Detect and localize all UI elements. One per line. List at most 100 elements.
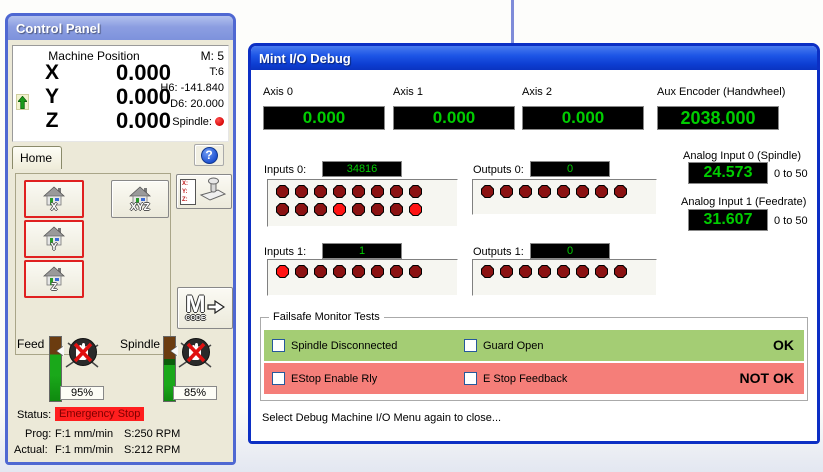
help-button[interactable]: ? — [194, 144, 224, 166]
inputs0-value: 34816 — [322, 161, 402, 177]
control-panel-titlebar[interactable]: Control Panel — [8, 16, 233, 40]
inputs1-value: 1 — [322, 243, 402, 259]
failsafe-monitor-group: Failsafe Monitor Tests Spindle Disconnec… — [260, 311, 808, 401]
led-indicator — [295, 203, 308, 216]
home-y-button[interactable]: Y — [24, 220, 84, 258]
axis2-label: Axis 2 — [522, 86, 552, 98]
axis-y-value: 0.000 — [115, 84, 171, 109]
led-indicator — [314, 265, 327, 278]
mint-io-debug-window: Mint I/O Debug Axis 0 0.000 Axis 1 0.000… — [248, 43, 820, 444]
led-indicator — [314, 203, 327, 216]
actual-feed-value: F:1 mm/min — [55, 444, 114, 456]
analog1-display: 31.607 — [688, 209, 768, 231]
led-indicator — [538, 185, 551, 198]
failsafe-row-notok: EStop Enable Rly E Stop Feedback NOT OK — [264, 363, 804, 394]
actual-speed-value: S:212 RPM — [124, 444, 181, 456]
d-offset-readout: D6: 20.000 — [170, 98, 224, 110]
outputs1-value: 0 — [530, 243, 610, 259]
led-indicator — [276, 265, 289, 278]
led-indicator — [576, 185, 589, 198]
led-indicator — [295, 185, 308, 198]
analog0-range: 0 to 50 — [774, 168, 808, 180]
outputs0-value: 0 — [530, 161, 610, 177]
axis-z-letter: Z — [45, 109, 59, 132]
axis1-label: Axis 1 — [393, 86, 423, 98]
status-badge: Emergency Stop — [55, 407, 145, 421]
spindle-status-label: Spindle: — [172, 116, 212, 128]
probe-xyz-button[interactable]: X: Y: Z: — [176, 174, 232, 209]
led-indicator — [276, 185, 289, 198]
probe-tool-icon — [198, 177, 228, 206]
machine-position-panel: Machine Position M: 5 X 0.000 Y 0.000 Z … — [12, 45, 229, 142]
led-indicator — [595, 265, 608, 278]
spindle-disconnected-label: Spindle Disconnected — [291, 340, 398, 352]
tab-home[interactable]: Home — [12, 146, 62, 169]
arrow-right-icon — [207, 299, 225, 318]
led-indicator — [390, 203, 403, 216]
led-indicator — [371, 265, 384, 278]
led-indicator — [390, 265, 403, 278]
led-indicator — [519, 185, 532, 198]
inputs1-label: Inputs 1: — [264, 246, 307, 258]
axis0-label: Axis 0 — [263, 86, 293, 98]
home-x-button[interactable]: X — [24, 180, 84, 218]
h-offset-readout: H6: -141.840 — [160, 82, 224, 94]
led-indicator — [276, 203, 289, 216]
led-indicator — [390, 185, 403, 198]
axis0-display: 0.000 — [263, 106, 385, 130]
guard-open-checkbox[interactable] — [464, 339, 477, 352]
home-xyz-button[interactable]: XYZ — [111, 180, 169, 218]
feed-override-label: Feed — [17, 337, 45, 351]
failsafe-row-ok: Spindle Disconnected Guard Open OK — [264, 330, 804, 361]
actual-label: Actual: — [14, 444, 48, 456]
estop-enable-rly-label: EStop Enable Rly — [291, 373, 378, 385]
outputs0-label: Outputs 0: — [473, 164, 524, 176]
led-indicator — [333, 265, 346, 278]
status-label: Status: — [17, 409, 52, 421]
led-indicator — [614, 185, 627, 198]
io-debug-titlebar[interactable]: Mint I/O Debug — [251, 46, 817, 70]
spindle-status-line: Spindle: — [172, 116, 224, 128]
failsafe-group-title: Failsafe Monitor Tests — [269, 311, 384, 323]
help-icon: ? — [200, 146, 218, 164]
home-x-label: X — [50, 201, 58, 213]
led-indicator — [409, 265, 422, 278]
led-indicator — [352, 265, 365, 278]
led-indicator — [614, 265, 627, 278]
xyz-list-icon: X: Y: Z: — [180, 178, 196, 205]
failsafe-ok-status: OK — [773, 337, 794, 353]
m-code-button[interactable]: M CODE — [177, 287, 233, 329]
prog-speed-value: S:250 RPM — [124, 428, 181, 440]
prog-feed-value: F:1 mm/min — [55, 428, 114, 440]
inputs0-label: Inputs 0: — [264, 164, 307, 176]
led-indicator — [409, 185, 422, 198]
spindle-disconnected-checkbox[interactable] — [272, 339, 285, 352]
led-indicator — [371, 185, 384, 198]
estop-enable-rly-checkbox[interactable] — [272, 372, 285, 385]
led-indicator — [500, 185, 513, 198]
homed-arrow-icon — [16, 94, 29, 110]
outputs1-led-panel — [472, 259, 657, 296]
led-indicator — [538, 265, 551, 278]
spindle-override-value: 85% — [173, 386, 217, 400]
home-z-button[interactable]: Z — [24, 260, 84, 298]
estop-feedback-label: E Stop Feedback — [483, 373, 568, 385]
led-indicator — [557, 265, 570, 278]
close-hint-text: Select Debug Machine I/O Menu again to c… — [262, 412, 502, 424]
io-debug-title: Mint I/O Debug — [259, 50, 351, 66]
led-indicator — [481, 185, 494, 198]
background-window-edge — [511, 0, 514, 43]
axis-x-value: 0.000 — [115, 60, 171, 85]
feed-hold-icon — [62, 337, 102, 374]
axis2-display: 0.000 — [522, 106, 644, 130]
inputs1-led-panel — [267, 259, 458, 296]
control-panel-title: Control Panel — [16, 20, 101, 36]
estop-feedback-checkbox[interactable] — [464, 372, 477, 385]
led-indicator — [333, 203, 346, 216]
home-buttons-group: X XYZ Y Z — [15, 173, 171, 355]
home-xyz-label: XYZ — [130, 201, 150, 213]
led-indicator — [409, 203, 422, 216]
failsafe-notok-status: NOT OK — [739, 370, 794, 386]
led-indicator — [595, 185, 608, 198]
led-indicator — [557, 185, 570, 198]
